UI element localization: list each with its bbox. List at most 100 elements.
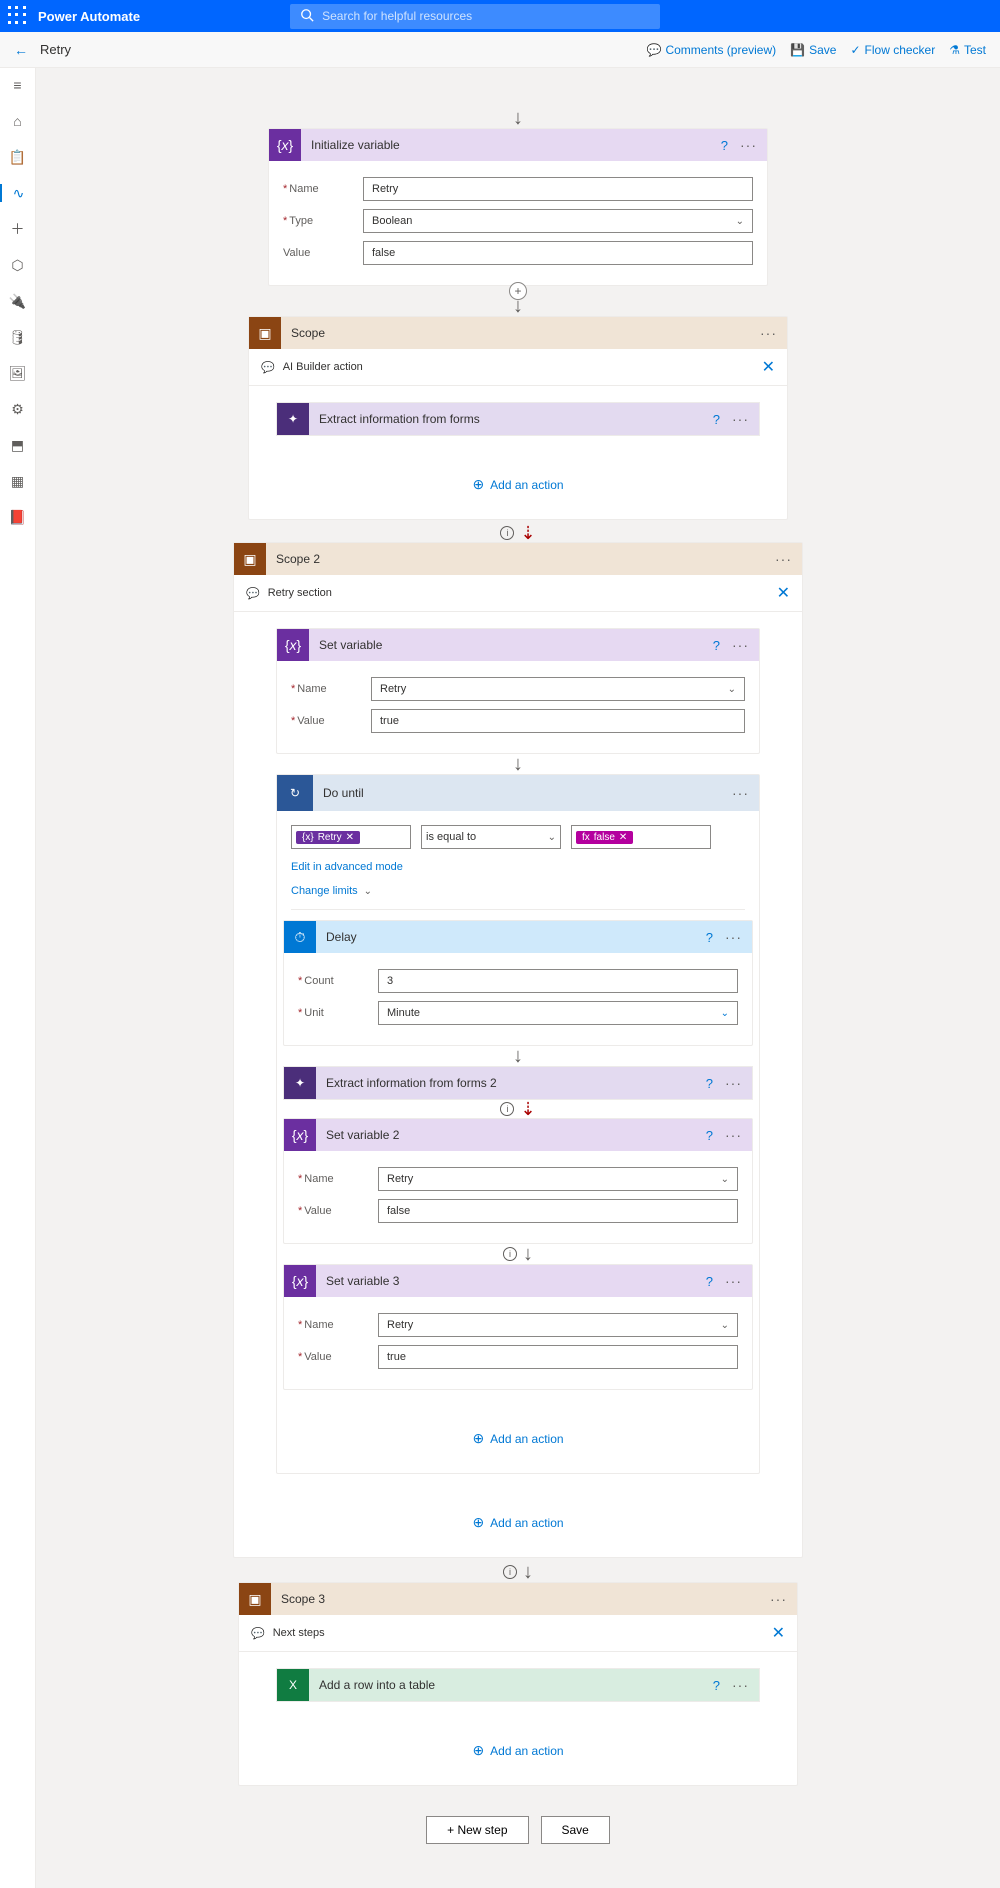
search-input[interactable] (322, 9, 650, 23)
step-do-until[interactable]: ↻Do until··· {x} Retry ✕ is equal to⌄ fx… (276, 774, 760, 1474)
more-icon[interactable]: ··· (775, 551, 792, 567)
info-icon[interactable]: i (500, 526, 514, 540)
flow-title: Retry (40, 42, 71, 57)
help-icon[interactable]: ? (706, 1274, 713, 1289)
add-action-button[interactable]: ⊕Add an action (472, 1514, 563, 1531)
unit-select[interactable]: Minute⌄ (378, 1001, 738, 1025)
canvas: ↓ {x} Initialize variable ?··· NameRetry… (36, 68, 1000, 1888)
expression-pill[interactable]: fx false ✕ (576, 831, 633, 844)
ai-icon[interactable]: ⚙ (9, 400, 27, 418)
step-set-variable-3[interactable]: {x}Set variable 3?··· NameRetry⌄ Valuetr… (283, 1264, 753, 1390)
save-button[interactable]: 💾Save (790, 43, 836, 57)
value-input[interactable]: true (378, 1345, 738, 1369)
flow-icon[interactable]: ∿ (0, 184, 36, 202)
step-initialize-variable[interactable]: {x} Initialize variable ?··· NameRetry T… (268, 128, 768, 286)
name-select[interactable]: Retry⌄ (378, 1167, 738, 1191)
monitor-icon[interactable]: 🖼 (9, 364, 27, 382)
templates-icon[interactable]: ⬡ (9, 256, 27, 274)
condition-left[interactable]: {x} Retry ✕ (291, 825, 411, 849)
step-scope-3[interactable]: ▣ Scope 3 ··· 💬 Next steps ✕ XAdd a row … (238, 1582, 798, 1786)
info-icon[interactable]: i (500, 1102, 514, 1116)
save-icon: 💾 (790, 43, 805, 57)
more-icon[interactable]: ··· (725, 1075, 742, 1091)
edit-advanced-link[interactable]: Edit in advanced mode (277, 855, 759, 879)
more-icon[interactable]: ··· (725, 1127, 742, 1143)
more-icon[interactable]: ··· (732, 1677, 749, 1693)
more-icon[interactable]: ··· (732, 411, 749, 427)
step-extract-info-forms-2[interactable]: ✦Extract information from forms 2?··· (283, 1066, 753, 1100)
step-extract-info-forms[interactable]: ✦ Extract information from forms ?··· (276, 402, 760, 436)
add-step-between[interactable]: + (509, 282, 527, 300)
more-icon[interactable]: ··· (725, 929, 742, 945)
solutions-icon[interactable]: ▦ (9, 472, 27, 490)
info-icon[interactable]: i (503, 1247, 517, 1261)
chevron-down-icon: ⌄ (364, 886, 372, 897)
add-action-button[interactable]: ⊕Add an action (472, 476, 563, 493)
arrow-icon: ↓ (513, 108, 523, 128)
value-label: Value (283, 247, 363, 259)
count-input[interactable]: 3 (378, 969, 738, 993)
name-select[interactable]: Retry⌄ (378, 1313, 738, 1337)
clipboard-icon[interactable]: 📋 (9, 148, 27, 166)
condition-operator[interactable]: is equal to⌄ (421, 825, 561, 849)
more-icon[interactable]: ··· (732, 785, 749, 801)
variable-pill[interactable]: {x} Retry ✕ (296, 831, 360, 844)
help-icon[interactable]: ? (706, 930, 713, 945)
close-icon[interactable]: ✕ (762, 357, 775, 377)
change-limits-link[interactable]: Change limits⌄ (277, 879, 759, 903)
close-icon[interactable]: ✕ (777, 583, 790, 603)
flow-checker-button[interactable]: ✓Flow checker (850, 43, 935, 57)
step-delay[interactable]: ⏱Delay?··· Count3 UnitMinute⌄ (283, 920, 753, 1046)
step-header[interactable]: ▣ Scope 2 ··· (234, 543, 802, 575)
type-select[interactable]: Boolean⌄ (363, 209, 753, 233)
app-launcher-icon[interactable] (8, 6, 28, 26)
comments-button[interactable]: 💬Comments (preview) (647, 43, 777, 57)
new-step-button[interactable]: + New step (426, 1816, 528, 1844)
add-icon[interactable]: ＋ (9, 220, 27, 238)
step-header[interactable]: {x} Initialize variable ?··· (269, 129, 767, 161)
connectors-icon[interactable]: 🔌 (9, 292, 27, 310)
test-button[interactable]: ⚗Test (949, 43, 986, 57)
learn-icon[interactable]: 📕 (9, 508, 27, 526)
step-add-row-excel[interactable]: XAdd a row into a table?··· (276, 1668, 760, 1702)
add-action-button[interactable]: ⊕Add an action (472, 1430, 563, 1447)
chevron-down-icon: ⌄ (721, 1174, 729, 1185)
step-header[interactable]: ▣ Scope ··· (249, 317, 787, 349)
help-icon[interactable]: ? (713, 638, 720, 653)
info-icon[interactable]: i (503, 1565, 517, 1579)
name-select[interactable]: Retry⌄ (371, 677, 745, 701)
condition-right[interactable]: fx false ✕ (571, 825, 711, 849)
more-icon[interactable]: ··· (760, 325, 777, 341)
step-set-variable-2[interactable]: {x}Set variable 2?··· NameRetry⌄ Valuefa… (283, 1118, 753, 1244)
process-icon[interactable]: ⬒ (9, 436, 27, 454)
chevron-down-icon: ⌄ (736, 216, 744, 227)
back-button[interactable]: ← (14, 42, 28, 58)
more-icon[interactable]: ··· (732, 637, 749, 653)
menu-icon[interactable]: ≡ (9, 76, 27, 94)
value-input[interactable]: false (363, 241, 753, 265)
save-button-bottom[interactable]: Save (541, 1816, 610, 1844)
variable-icon: {x} (269, 129, 301, 161)
arrow-error-icon: ⇣ (520, 1100, 535, 1118)
step-set-variable[interactable]: {x}Set variable?··· NameRetry⌄ Valuetrue (276, 628, 760, 754)
more-icon[interactable]: ··· (740, 137, 757, 153)
help-icon[interactable]: ? (713, 1678, 720, 1693)
step-scope-2[interactable]: ▣ Scope 2 ··· 💬 Retry section ✕ {x}Set v… (233, 542, 803, 1558)
step-header[interactable]: ▣ Scope 3 ··· (239, 1583, 797, 1615)
value-input[interactable]: true (371, 709, 745, 733)
value-input[interactable]: false (378, 1199, 738, 1223)
name-input[interactable]: Retry (363, 177, 753, 201)
search-box[interactable] (290, 4, 660, 29)
data-icon[interactable]: 🛢 (9, 328, 27, 346)
help-icon[interactable]: ? (706, 1128, 713, 1143)
add-action-button[interactable]: ⊕Add an action (472, 1742, 563, 1759)
close-icon[interactable]: ✕ (772, 1623, 785, 1643)
help-icon[interactable]: ? (706, 1076, 713, 1091)
help-icon[interactable]: ? (721, 138, 728, 153)
help-icon[interactable]: ? (713, 412, 720, 427)
ai-builder-icon: ✦ (284, 1067, 316, 1099)
more-icon[interactable]: ··· (725, 1273, 742, 1289)
home-icon[interactable]: ⌂ (9, 112, 27, 130)
step-scope-1[interactable]: ▣ Scope ··· 💬 AI Builder action ✕ ✦ Extr… (248, 316, 788, 520)
more-icon[interactable]: ··· (770, 1591, 787, 1607)
